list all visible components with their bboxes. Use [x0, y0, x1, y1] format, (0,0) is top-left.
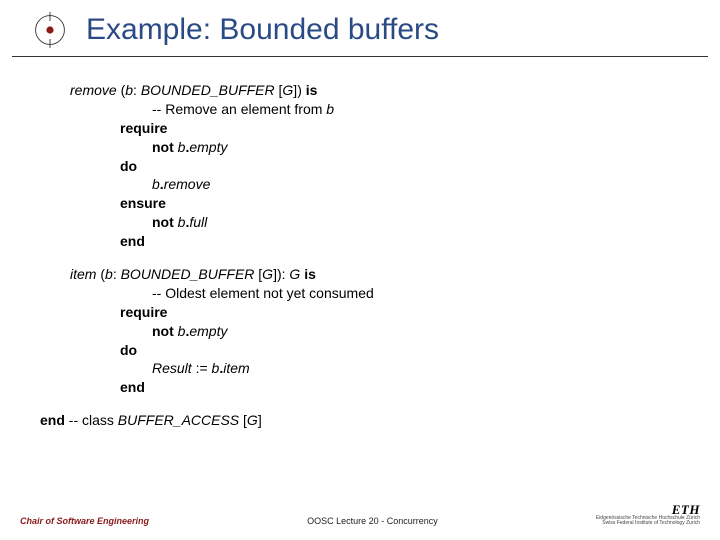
ensure-line: ensure [70, 194, 660, 213]
class-end-line: end -- class BUFFER_ACCESS [G] [40, 411, 660, 430]
routine-item: item (b: BOUNDED_BUFFER [G]): G is -- Ol… [70, 265, 660, 397]
signature-line: item (b: BOUNDED_BUFFER [G]): G is [70, 265, 660, 284]
body-line: Result := b.item [70, 359, 660, 378]
eth-subtitle-2: Swiss Federal Institute of Technology Zu… [596, 521, 700, 526]
slide-header: Example: Bounded buffers [12, 0, 708, 57]
end-line: end [70, 378, 660, 397]
comment-line: -- Remove an element from b [70, 100, 660, 119]
require-line: require [70, 119, 660, 138]
routine-remove: remove (b: BOUNDED_BUFFER [G]) is -- Rem… [70, 81, 660, 251]
bullet-logo-icon [32, 12, 68, 48]
comment-line: -- Oldest element not yet consumed [70, 284, 660, 303]
postcond-line: not b.full [70, 213, 660, 232]
do-line: do [70, 157, 660, 176]
signature-line: remove (b: BOUNDED_BUFFER [G]) is [70, 81, 660, 100]
precond-line: not b.empty [70, 138, 660, 157]
body-line: b.remove [70, 175, 660, 194]
precond-line: not b.empty [70, 322, 660, 341]
end-line: end [70, 232, 660, 251]
do-line: do [70, 341, 660, 360]
footer-eth-block: ETH Eidgenössische Technische Hochschule… [596, 503, 700, 526]
slide-footer: Chair of Software Engineering OOSC Lectu… [0, 503, 720, 526]
footer-lecture: OOSC Lecture 20 - Concurrency [149, 516, 596, 526]
slide-body: remove (b: BOUNDED_BUFFER [G]) is -- Rem… [0, 57, 720, 440]
footer-chair: Chair of Software Engineering [20, 516, 149, 526]
slide-title: Example: Bounded buffers [86, 13, 439, 47]
require-line: require [70, 303, 660, 322]
